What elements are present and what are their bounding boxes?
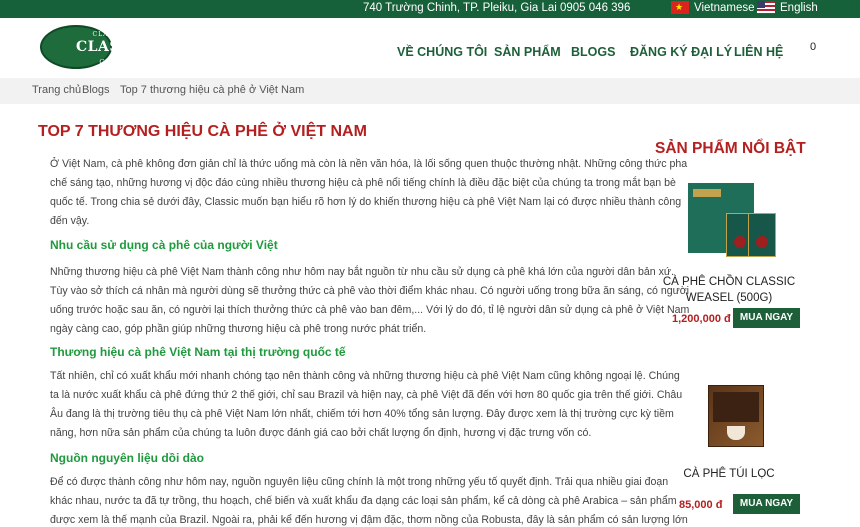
article-paragraph-demand: Những thương hiệu cà phê Việt Nam thành … [50, 263, 690, 339]
language-vietnamese[interactable]: Vietnamese [671, 1, 755, 14]
box-label-shape [693, 189, 721, 197]
product-price-drip-bag: 85,000 đ [679, 499, 723, 511]
logo-main-text: CLASSIC [76, 39, 149, 55]
language-english-label: English [780, 1, 818, 14]
paragraph-line: đến vậy. [50, 215, 90, 227]
paragraph-line: Âu đang là thị trường tiêu thụ cà phê Vi… [50, 408, 674, 420]
us-flag-icon [757, 1, 775, 14]
nav-about-us[interactable]: VỀ CHÚNG TÔI [397, 45, 487, 59]
featured-products-title: SẢN PHẨM NỔI BẬT [655, 140, 806, 157]
paragraph-line: Ở Việt Nam, cà phê không đơn giản chỉ là… [50, 158, 688, 170]
breadcrumb-home[interactable]: Trang chủ [32, 84, 81, 96]
nav-products[interactable]: SẢN PHẨM [494, 45, 561, 59]
article-paragraph-intro: Ở Việt Nam, cà phê không đơn giản chỉ là… [50, 155, 688, 231]
language-english[interactable]: English [757, 1, 818, 14]
product-name-weasel[interactable]: CÀ PHÊ CHỒN CLASSIC WEASEL (500G) [654, 274, 804, 306]
nav-register-agent[interactable]: ĐĂNG KÝ ĐẠI LÝ [630, 45, 732, 59]
breadcrumb: Trang chủ Blogs Top 7 thương hiệu cà phê… [0, 78, 860, 104]
paragraph-line: Để có được thành công như hôm nay, nguồn… [50, 476, 669, 488]
paragraph-line: năng, hơn nữa sản phẩm của chúng ta luôn… [50, 427, 592, 439]
top-bar: 740 Trường Chinh, TP. Pleiku, Gia Lai 09… [0, 0, 860, 18]
paragraph-line: uống trước hoặc sau ăn, có người lại thí… [50, 304, 690, 316]
section-heading-materials: Nguồn nguyên liệu dồi dào [50, 451, 204, 465]
paragraph-line: Những thương hiệu cà phê Việt Nam thành … [50, 266, 674, 278]
site-header: CLASSIC CLASSIC Coffee VỀ CHÚNG TÔI SẢN … [0, 18, 860, 78]
paragraph-line: ta là nước xuất khẩu cà phê đứng thứ 2 t… [50, 389, 683, 401]
buy-now-button-drip-bag[interactable]: MUA NGAY [733, 494, 800, 514]
nav-blogs[interactable]: BLOGS [571, 45, 615, 59]
paragraph-line: quốc tế. Trong chia sẻ dưới đây, Classic… [50, 196, 682, 208]
article-paragraph-international: Tất nhiên, chỉ có xuất khẩu mới nhanh ch… [50, 367, 683, 443]
product-image-weasel-coffee[interactable] [688, 183, 776, 257]
paragraph-line: chế sáng tạo, những hương vị độc đáo cùn… [50, 177, 676, 189]
section-heading-international: Thương hiệu cà phê Việt Nam tại thị trườ… [50, 345, 346, 359]
article-paragraph-materials: Để có được thành công như hôm nay, nguồn… [50, 473, 688, 527]
classic-coffee-logo[interactable]: CLASSIC CLASSIC Coffee [40, 25, 148, 69]
coffee-pack-shape [748, 213, 776, 257]
cart-count-badge[interactable]: 0 [810, 41, 816, 53]
product-name-line: WEASEL (500G) [685, 292, 773, 304]
buy-now-button-weasel[interactable]: MUA NGAY [733, 308, 800, 328]
product-name-line: CÀ PHÊ CHỒN CLASSIC [662, 276, 796, 288]
paragraph-line: Tùy vào sở thích cá nhân mà người dùng s… [50, 285, 690, 297]
breadcrumb-current: Top 7 thương hiệu cà phê ở Việt Nam [120, 84, 305, 96]
paragraph-line: ngày càng cao, góp phần giúp những thươn… [50, 323, 427, 335]
nav-contact[interactable]: LIÊN HỆ [734, 45, 783, 59]
product-price-weasel: 1,200,000 đ [672, 313, 731, 325]
hotline-phone[interactable]: 0905 046 396 [560, 2, 630, 14]
section-heading-demand: Nhu cầu sử dụng cà phê của người Việt [50, 238, 278, 252]
logo-top-text: CLASSIC [92, 31, 128, 38]
store-address: 740 Trường Chinh, TP. Pleiku, Gia Lai [363, 2, 557, 14]
product-name-drip-bag[interactable]: CÀ PHÊ TÚI LỌC [654, 468, 804, 480]
vietnam-flag-icon [671, 1, 689, 14]
product-image-drip-bag-coffee[interactable] [708, 385, 764, 447]
breadcrumb-blogs[interactable]: Blogs [82, 84, 110, 96]
logo-bottom-text: Coffee [99, 58, 121, 66]
paragraph-line: Tất nhiên, chỉ có xuất khẩu mới nhanh ch… [50, 370, 680, 382]
paragraph-line: khác nhau, nước ta đã tự trồng, thu hoạc… [50, 495, 677, 507]
language-vietnamese-label: Vietnamese [694, 1, 755, 14]
article-title: TOP 7 THƯƠNG HIỆU CÀ PHÊ Ở VIỆT NAM [38, 123, 367, 140]
paragraph-line: được xem là thế mạnh của Brazil. Ngoài r… [50, 514, 688, 526]
